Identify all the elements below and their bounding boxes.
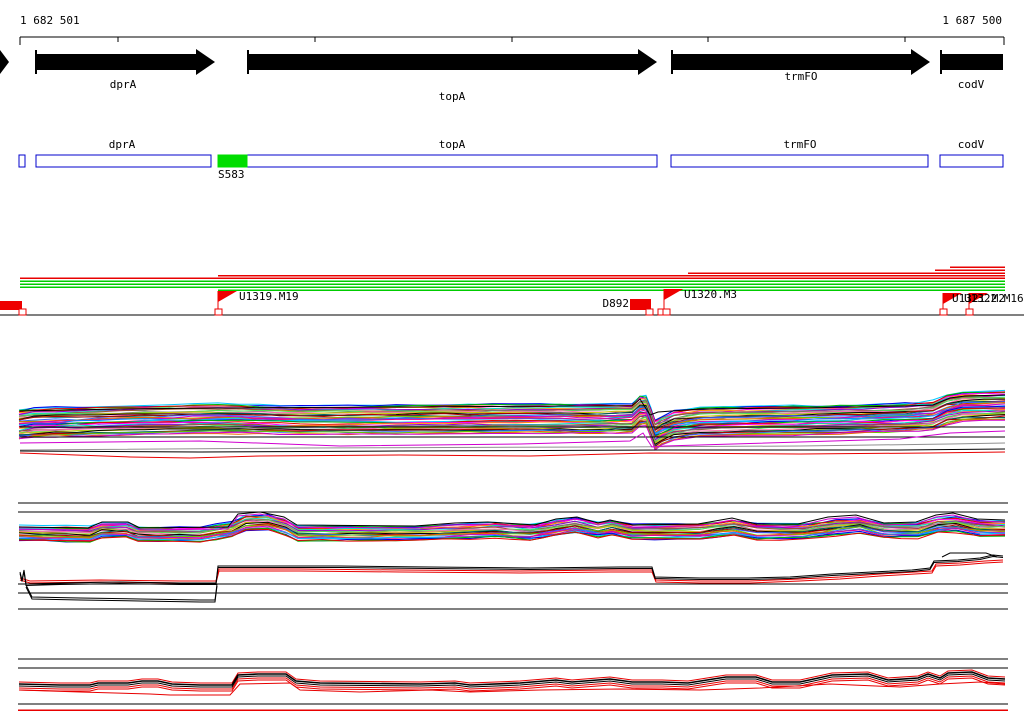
- gene-arrow-body[interactable]: [673, 54, 911, 70]
- marker-label-U1320.M3: U1320.M3: [684, 288, 737, 301]
- expression-panel-p1: [18, 389, 1006, 459]
- gene-arrow-track: [0, 49, 1003, 75]
- small-gene-box[interactable]: [18, 154, 26, 168]
- gene-box-label-codV: codV: [957, 138, 985, 151]
- gene-arrow-label-trmFO: trmFO: [784, 70, 818, 83]
- marker-track: [0, 289, 1024, 316]
- genome-browser-view: 1 682 501 1 687 500 dprA topA trmFO codV dpr…: [0, 0, 1024, 714]
- gene-arrow-label-dprA: dprA: [109, 78, 137, 91]
- marker-flag-D892[interactable]: [630, 299, 651, 310]
- genome-ruler: [19, 36, 1005, 45]
- gene-box-codV[interactable]: [939, 154, 1004, 168]
- marker-box: [645, 308, 654, 316]
- expression-panel-p3: [18, 554, 1008, 610]
- marker-box: [18, 308, 27, 316]
- gene-arrow-label-codV: codV: [957, 78, 985, 91]
- gene-arrow-codV[interactable]: [940, 50, 1003, 74]
- marker-box: [662, 308, 671, 316]
- feature-label-S583: S583: [218, 168, 245, 181]
- gene-box-topA[interactable]: [246, 154, 658, 168]
- feature-box-S583[interactable]: [217, 154, 248, 168]
- gene-arrowhead-icon: [911, 49, 930, 75]
- gene-box-trmFO[interactable]: [670, 154, 929, 168]
- gene-arrowhead-icon: [638, 49, 657, 75]
- gene-arrow-body[interactable]: [249, 54, 638, 70]
- gene-arrow-body[interactable]: [37, 54, 196, 70]
- transcript-signal-track: [20, 266, 1005, 291]
- marker-label-D892: D892: [602, 297, 630, 310]
- marker-box: [965, 308, 974, 316]
- marker-box: [939, 308, 948, 316]
- expression-extra-line: [19, 448, 1006, 453]
- marker-flag-U1319.M19[interactable]: [218, 291, 237, 302]
- gene-box-label-dprA: dprA: [108, 138, 136, 151]
- gene-arrow-label-topA: topA: [438, 90, 466, 103]
- gene-arrow-dprA[interactable]: [35, 49, 215, 75]
- gene-box-label-trmFO: trmFO: [783, 138, 817, 151]
- gene-arrow-body[interactable]: [942, 54, 1003, 70]
- partial-gene-arrowhead-icon: [0, 50, 9, 74]
- marker-label-U1322.M16: U1322.M16: [964, 292, 1024, 305]
- expression-panel-p2: [18, 502, 1008, 558]
- gene-box-track: [18, 154, 1004, 168]
- expression-extra-line: [19, 451, 1006, 459]
- gene-box-dprA[interactable]: [35, 154, 212, 168]
- marker-box: [214, 308, 223, 316]
- gene-arrow-topA[interactable]: [247, 49, 657, 75]
- expression-extra-line: [25, 583, 218, 601]
- tracks-canvas: [0, 36, 1024, 711]
- expression-panel-p4: [18, 658, 1008, 711]
- gene-box-label-topA: topA: [438, 138, 466, 151]
- marker-label-U1319.M19: U1319.M19: [239, 290, 299, 303]
- gene-arrowhead-icon: [196, 49, 215, 75]
